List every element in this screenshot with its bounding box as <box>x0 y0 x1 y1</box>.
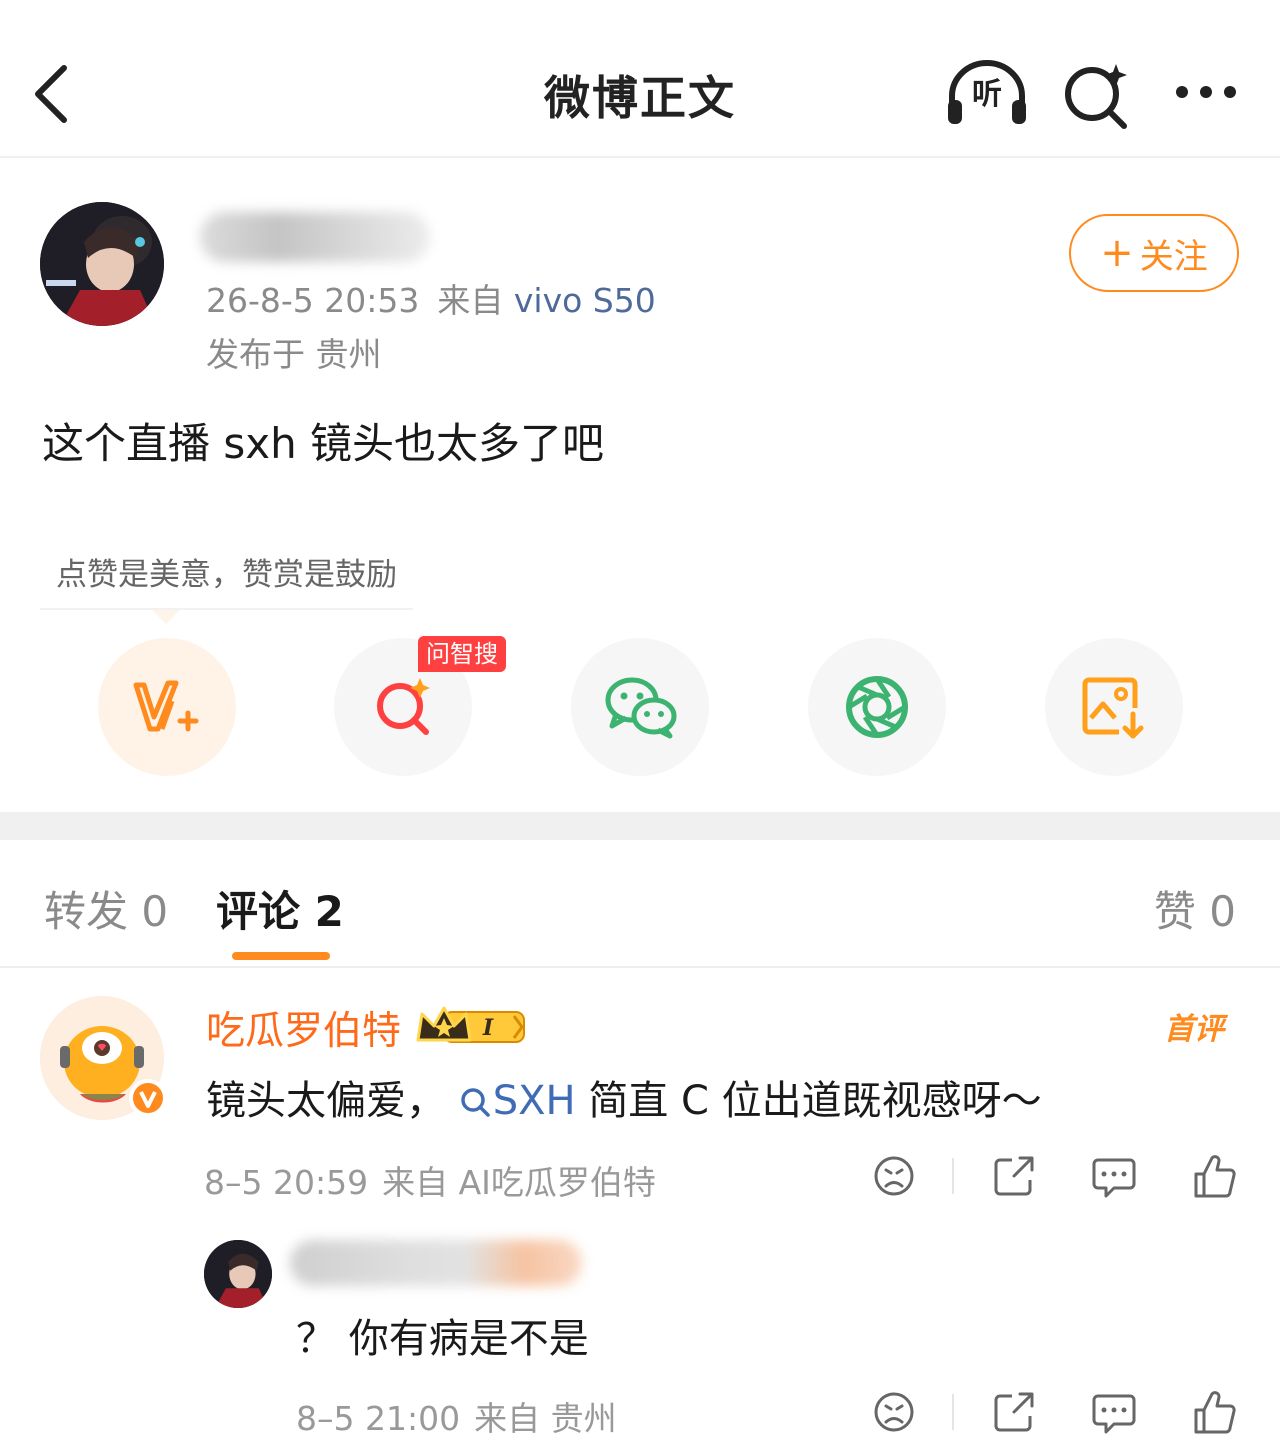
like-thumb-icon[interactable] <box>1184 1382 1244 1442</box>
section-divider <box>0 812 1280 840</box>
comment-source: 来自 AI吃瓜罗伯特 <box>382 1163 656 1202</box>
topic-link[interactable]: SXH <box>459 1078 576 1124</box>
comment-time: 8–5 20:59 <box>204 1163 369 1202</box>
share-wechat-button[interactable] <box>571 638 709 776</box>
dislike-face-icon[interactable] <box>864 1382 924 1442</box>
reward-tip: 点赞是美意，赞赏是鼓励 <box>40 546 413 610</box>
post-meta: 26-8-5 20:53 来自 vivo S50 <box>206 274 656 322</box>
avatar-image <box>40 202 164 326</box>
comment-text-before: 镜头太偏爱， <box>206 1078 446 1124</box>
reward-v-icon <box>133 680 199 732</box>
reply-actions <box>864 1382 1244 1442</box>
share-moments-button[interactable] <box>808 638 946 776</box>
dislike-face-icon[interactable] <box>864 1146 924 1206</box>
avatar-image <box>40 996 167 1120</box>
post-time: 26-8-5 20:53 <box>206 281 420 320</box>
active-tab-indicator <box>232 952 330 960</box>
listen-label: 听 <box>972 77 1002 112</box>
comment-actions <box>864 1146 1244 1206</box>
comment-bubble-icon[interactable] <box>1084 1146 1144 1206</box>
reply-text: ？ 你有病是不是 <box>296 1316 589 1362</box>
topic-link-text: SXH <box>492 1078 576 1124</box>
replier-avatar[interactable] <box>204 1240 272 1308</box>
moments-icon <box>846 676 908 738</box>
reply-source: 来自 贵州 <box>474 1399 617 1438</box>
listen-button[interactable]: 听 <box>942 56 1032 132</box>
tab-repost[interactable]: 转发 0 <box>44 878 168 939</box>
wechat-icon <box>605 677 677 739</box>
more-dots-icon <box>1176 86 1236 98</box>
save-image-button[interactable] <box>1045 638 1183 776</box>
tab-comment[interactable]: 评论 2 <box>216 878 344 939</box>
divider <box>952 1158 954 1194</box>
save-image-icon <box>1082 677 1144 739</box>
share-icon[interactable] <box>984 1146 1044 1206</box>
comment-text: 镜头太偏爱， SXH 简直 C 位出道既视感呀～ <box>206 1068 1042 1126</box>
reward-button[interactable] <box>98 638 236 776</box>
post-source-prefix: 来自 <box>437 281 504 320</box>
search-sparkle-icon <box>1065 64 1127 129</box>
like-thumb-icon[interactable] <box>1184 1146 1244 1206</box>
commenter-avatar[interactable] <box>40 996 167 1120</box>
tip-arrow <box>152 610 180 624</box>
author-avatar[interactable] <box>40 202 164 326</box>
avatar-image <box>204 1240 272 1308</box>
first-comment-tag: 首评 <box>1164 1012 1224 1047</box>
share-icon[interactable] <box>984 1382 1044 1442</box>
replier-name-blurred[interactable] <box>290 1240 582 1286</box>
reply-meta: 8–5 21:00 来自 贵州 <box>296 1392 617 1440</box>
ai-search-badge: 问智搜 <box>418 636 506 672</box>
post-text: 这个直播 sxh 镜头也太多了吧 <box>42 419 605 468</box>
tab-like[interactable]: 赞 0 <box>1154 878 1236 939</box>
reply-time: 8–5 21:00 <box>296 1399 461 1438</box>
level-badge-text: I <box>482 1015 494 1041</box>
commenter-name[interactable]: 吃瓜罗伯特 <box>206 1000 401 1056</box>
ai-search-icon <box>377 678 430 735</box>
comment-text-after: 简直 C 位出道既视感呀～ <box>588 1078 1042 1124</box>
follow-label: 关注 <box>1139 236 1208 277</box>
tabs-divider <box>0 966 1280 968</box>
plus-icon: + <box>1100 230 1134 276</box>
comment-bubble-icon[interactable] <box>1084 1382 1144 1442</box>
follow-button[interactable]: + 关注 <box>1069 214 1239 292</box>
search-button[interactable] <box>1054 56 1144 132</box>
divider <box>952 1394 954 1430</box>
post-location: 发布于 贵州 <box>206 335 382 374</box>
crown-level-badge: I <box>416 1006 525 1043</box>
comment-meta: 8–5 20:59 来自 AI吃瓜罗伯特 <box>204 1156 656 1204</box>
search-icon <box>460 1088 490 1117</box>
top-bar: 微博正文 听 <box>0 0 1280 158</box>
author-name-blurred[interactable] <box>200 212 430 262</box>
more-button[interactable] <box>1164 56 1254 132</box>
post-device[interactable]: vivo S50 <box>514 281 656 320</box>
